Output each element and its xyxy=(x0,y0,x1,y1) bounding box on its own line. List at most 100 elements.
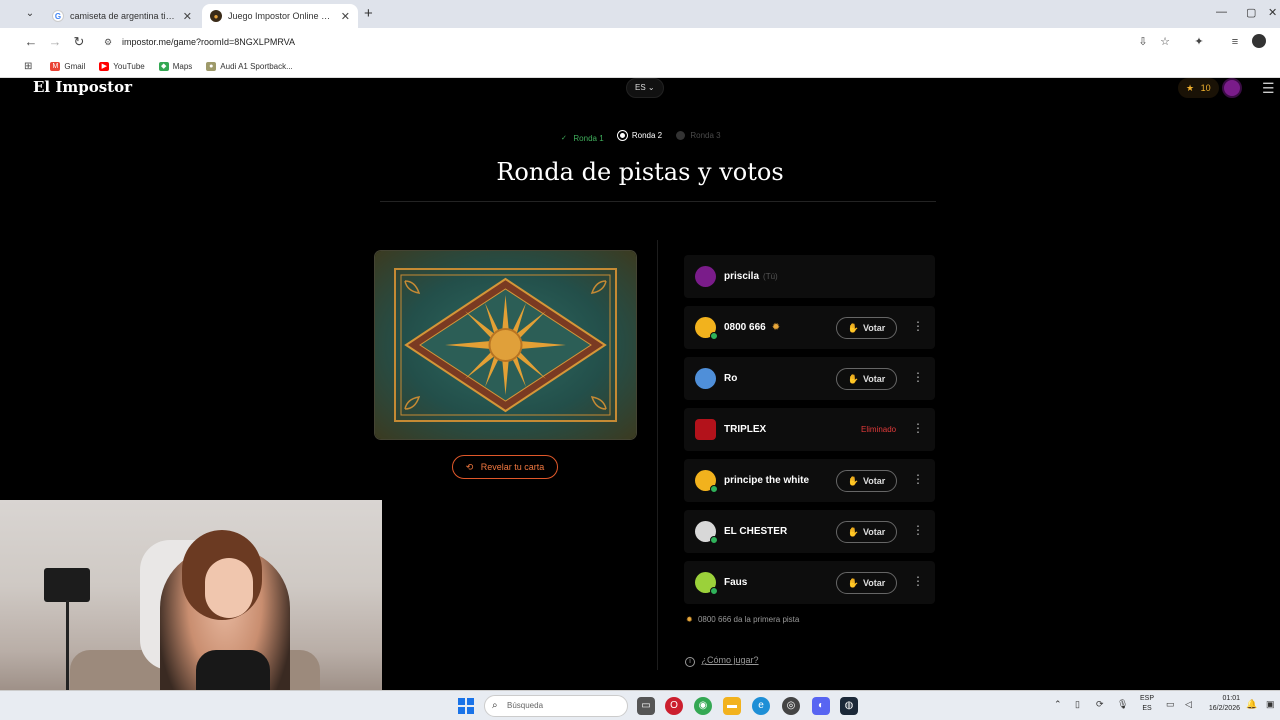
divider xyxy=(657,240,658,670)
reveal-card-label: Revelar tu carta xyxy=(480,462,545,472)
file-explorer-icon[interactable]: ▬ xyxy=(723,697,741,715)
vote-button[interactable]: ✋ Votar xyxy=(836,470,897,492)
forward-icon[interactable]: → xyxy=(46,33,64,51)
maximize-icon[interactable]: ▢ xyxy=(1246,6,1256,19)
round-label: Ronda 3 xyxy=(690,131,721,140)
youtube-icon: ▶ xyxy=(99,62,110,71)
vote-button[interactable]: ✋ Votar xyxy=(836,521,897,543)
network-icon[interactable]: ▭ xyxy=(1166,699,1175,710)
pending-dot-icon xyxy=(676,131,686,140)
new-tab-button[interactable]: + xyxy=(364,5,373,22)
ring-light xyxy=(44,568,90,602)
taskbar-search[interactable]: ⌕ Búsqueda xyxy=(484,695,628,717)
reveal-card-button[interactable]: ⟲ Revelar tu carta xyxy=(452,455,558,479)
volume-icon[interactable]: ◁ xyxy=(1185,699,1192,710)
chrome-icon[interactable]: ◉ xyxy=(694,697,712,715)
reload-icon[interactable]: ↻ xyxy=(70,33,88,51)
language-selector[interactable]: ES ⌄ xyxy=(626,78,664,98)
maps-icon: ◆ xyxy=(158,62,169,71)
bookmark-youtube[interactable]: ▶ YouTube xyxy=(99,62,145,71)
tray-chevron-up-icon[interactable]: ⌃ xyxy=(1054,699,1062,710)
vote-label: Votar xyxy=(862,476,886,486)
more-options-icon[interactable]: ⋮ xyxy=(912,421,924,435)
browser-profile-avatar[interactable] xyxy=(1252,34,1266,48)
close-tab-icon[interactable]: ✕ xyxy=(183,10,192,23)
online-check-icon xyxy=(710,536,718,544)
page-title: Ronda de pistas y votos xyxy=(496,158,784,186)
more-options-icon[interactable]: ⋮ xyxy=(912,472,924,486)
player-name: EL CHESTER xyxy=(724,526,788,537)
browser-tab-impostor[interactable]: ● Juego Impostor Online Gratis - ✕ xyxy=(202,4,358,28)
extensions-icon[interactable]: ✦ xyxy=(1190,33,1208,51)
vote-button[interactable]: ✋ Votar xyxy=(836,317,897,339)
how-to-play-link[interactable]: i ¿Cómo jugar? xyxy=(685,655,759,667)
clock[interactable]: 01:01 16/2/2026 xyxy=(1202,694,1240,714)
player-row-faus: Faus ✋ Votar ⋮ xyxy=(684,561,935,604)
bookmarks-bar: ⊞ M Gmail ▶ YouTube ◆ Maps ● Audi A1 Spo… xyxy=(0,56,1280,78)
vote-label: Votar xyxy=(862,578,886,588)
player-row-triplex: TRIPLEX Eliminado ⋮ xyxy=(684,408,935,451)
taskbar: ⌕ Búsqueda ▭ O ◉ ▬ e ◎ ◐ ◍ ⌃ ▯ ⟳ 🎙 ESP E… xyxy=(0,690,1280,720)
webcam-overlay xyxy=(0,500,382,716)
google-icon: G xyxy=(52,10,64,22)
flip-icon: ⟲ xyxy=(465,462,474,472)
hand-icon: ✋ xyxy=(847,578,859,588)
avatar xyxy=(695,368,716,389)
round-step-1: ✓ Ronda 1 xyxy=(559,134,604,143)
coins-count: 10 xyxy=(1200,83,1211,93)
tab-search-chevron-icon[interactable]: ⌄ xyxy=(22,6,38,22)
player-row-ro: Ro ✋ Votar ⋮ xyxy=(684,357,935,400)
steam-icon[interactable]: ◍ xyxy=(840,697,858,715)
vote-button[interactable]: ✋ Votar xyxy=(836,572,897,594)
bookmark-maps[interactable]: ◆ Maps xyxy=(158,62,192,71)
close-tab-icon[interactable]: ✕ xyxy=(341,10,350,23)
url-field[interactable]: ⚙ impostor.me/game?roomId=8NGXLPMRVA xyxy=(98,32,1178,52)
edge-icon[interactable]: e xyxy=(752,697,770,715)
hand-icon: ✋ xyxy=(847,476,859,486)
apps-grid-icon[interactable]: ⊞ xyxy=(24,61,32,72)
usb-icon[interactable]: ▯ xyxy=(1075,699,1080,710)
bookmark-star-icon[interactable]: ☆ xyxy=(1156,33,1174,51)
windows-start-icon[interactable] xyxy=(458,698,474,714)
more-options-icon[interactable]: ⋮ xyxy=(912,319,924,333)
more-options-icon[interactable]: ⋮ xyxy=(912,370,924,384)
bookmark-audi[interactable]: ● Audi A1 Sportback... xyxy=(206,62,293,71)
microphone-icon[interactable]: 🎙 xyxy=(1117,699,1128,710)
obs-icon[interactable]: ◎ xyxy=(782,697,800,715)
discord-icon[interactable]: ◐ xyxy=(812,697,830,715)
close-window-icon[interactable]: ✕ xyxy=(1268,6,1277,19)
sync-icon[interactable]: ⟳ xyxy=(1096,699,1104,710)
vote-button[interactable]: ✋ Votar xyxy=(836,368,897,390)
secret-card[interactable] xyxy=(375,251,636,439)
bookmark-label: YouTube xyxy=(113,62,145,71)
first-clue-text: 0800 666 da la primera pista xyxy=(697,615,800,624)
widgets-icon[interactable]: ▣ xyxy=(1266,699,1275,710)
check-icon: ✓ xyxy=(560,135,567,142)
install-app-icon[interactable]: ⇩ xyxy=(1134,33,1152,51)
site-info-icon[interactable]: ⚙ xyxy=(104,32,112,52)
online-check-icon xyxy=(710,587,718,595)
media-icon[interactable]: ≡ xyxy=(1226,33,1244,51)
more-options-icon[interactable]: ⋮ xyxy=(912,574,924,588)
site-logo[interactable]: El Impostor xyxy=(33,78,132,96)
opera-icon[interactable]: O xyxy=(665,697,683,715)
browser-tab-search[interactable]: G camiseta de argentina titular 20 ✕ xyxy=(44,4,200,28)
player-name: TRIPLEX xyxy=(724,424,767,435)
clock-date: 16/2/2026 xyxy=(1208,705,1240,712)
more-options-icon[interactable]: ⋮ xyxy=(912,523,924,537)
bookmark-gmail[interactable]: M Gmail xyxy=(50,62,85,71)
task-view-icon[interactable]: ▭ xyxy=(637,697,655,715)
minimize-icon[interactable]: — xyxy=(1216,6,1227,18)
back-icon[interactable]: ← xyxy=(22,33,40,51)
menu-icon[interactable]: ☰ xyxy=(1262,80,1275,97)
first-clue-note: ✹ 0800 666 da la primera pista xyxy=(686,615,799,624)
search-icon: ⌕ xyxy=(492,700,498,711)
user-avatar[interactable] xyxy=(1222,78,1242,98)
player-name: 0800 666 xyxy=(724,322,766,333)
keyboard-language[interactable]: ESP ES xyxy=(1140,694,1154,714)
search-placeholder: Búsqueda xyxy=(507,701,544,710)
coins-badge[interactable]: ★ 10 xyxy=(1178,78,1219,98)
notifications-bell-icon[interactable]: 🔔 xyxy=(1246,699,1257,710)
current-dot-icon xyxy=(617,131,627,140)
player-name: principe the white xyxy=(724,475,810,486)
